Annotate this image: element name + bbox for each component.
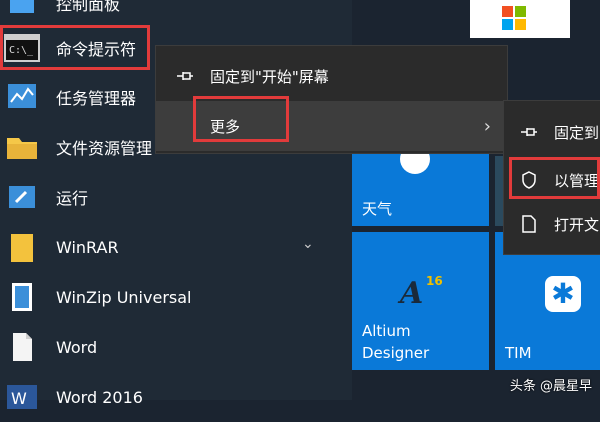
run-icon [2,177,42,217]
menu-item-pin-to-taskbar[interactable]: 固定到 [504,107,600,157]
altium-logo-icon: A [400,276,424,311]
tile-label-weather: 天气 [362,200,393,218]
app-label: 控制面板 [56,0,121,14]
app-label: Word [56,337,98,357]
tim-logo-icon: ✱ [545,276,581,312]
app-label: 文件资源管理 [56,139,153,158]
word-icon: W [2,377,42,417]
menu-item-pin-to-start[interactable]: 固定到"开始"屏幕 [156,51,507,101]
document-icon [518,215,540,233]
app-label: WinZip Universal [56,287,192,307]
highlight-more [193,96,289,142]
svg-text:W: W [11,389,27,408]
folder-icon [2,127,42,167]
app-label: 任务管理器 [56,89,137,108]
document-icon [2,327,42,367]
microsoft-store-icon [502,6,526,30]
chevron-right-icon: › [483,115,491,137]
chevron-down-icon[interactable]: ⌄ [302,236,314,252]
app-item-winrar[interactable]: WinRAR ⌄ [0,222,352,272]
app-item-winzip[interactable]: WinZip Universal [0,272,352,322]
winzip-icon [2,277,42,317]
app-label: 运行 [56,189,89,208]
pin-icon [174,70,196,82]
tile-label-altium-line1: Altium [362,322,411,340]
menu-label: 打开文 [554,215,600,234]
app-item-word[interactable]: Word [0,322,352,372]
menu-item-open-location[interactable]: 打开文 [504,199,600,249]
altium-badge: 16 [426,274,443,288]
app-item-run[interactable]: 运行 [0,172,352,222]
highlight-run-as-admin [509,157,600,199]
control-panel-icon [2,0,42,23]
highlight-command-prompt [0,25,150,70]
tile-partial[interactable] [495,156,503,226]
pin-icon [518,126,540,138]
app-item-word-2016[interactable]: W Word 2016 [0,372,352,422]
tile-label-altium-line2: Designer [362,344,430,362]
tile-altium[interactable]: A 16 Altium Designer [352,232,489,370]
task-manager-icon [2,77,42,117]
tile-store[interactable] [470,0,570,38]
app-label: Word 2016 [56,387,143,407]
menu-label: 固定到"开始"屏幕 [210,67,329,86]
app-label: WinRAR [56,237,119,257]
folder-icon [2,227,42,267]
tile-label-tim: TIM [505,344,532,362]
watermark: 头条 @晨星早 [509,379,592,394]
menu-label: 固定到 [554,123,600,142]
